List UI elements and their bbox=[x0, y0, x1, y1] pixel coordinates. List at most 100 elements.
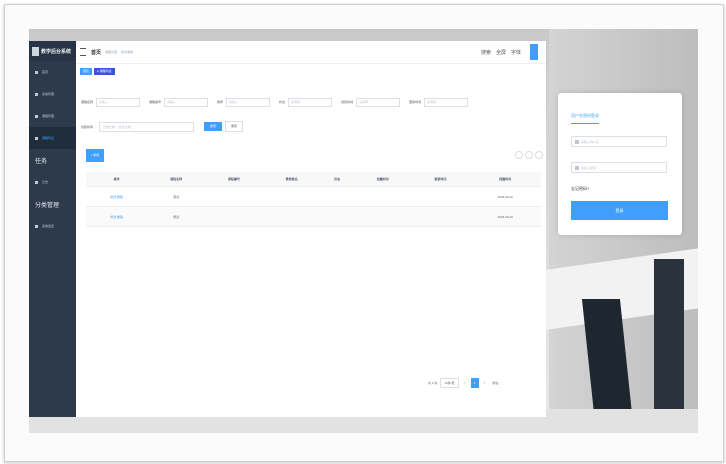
search-button[interactable]: 搜索 bbox=[204, 122, 223, 131]
table-cell bbox=[411, 206, 470, 227]
table-header: 教师姓名 bbox=[262, 172, 321, 187]
password-field[interactable]: 请输入密码 bbox=[571, 162, 667, 173]
sidebar-item-system[interactable]: 系统管理 bbox=[29, 83, 76, 105]
logo-text: 教学后台系统 bbox=[41, 48, 72, 55]
table-tools bbox=[513, 151, 543, 159]
admin-app-window: 教学后台系统 首页 系统管理 课程管理 课程列表 任务 日志 分类管理 系统监控… bbox=[29, 41, 546, 417]
logo: 教学后台系统 bbox=[29, 41, 76, 61]
table-cell bbox=[262, 186, 321, 207]
page-size-select[interactable]: 10条/页 bbox=[440, 378, 459, 388]
course-name-input[interactable]: 请输入 bbox=[96, 97, 141, 107]
date-range-picker[interactable]: 开始日期 ~ 结束日期 bbox=[99, 121, 195, 132]
prev-page-button[interactable]: < bbox=[461, 378, 469, 388]
top-navbar: 首页 课程管理 新增课程 搜索 全屏 字体 bbox=[76, 41, 546, 64]
data-table: 操作 课程名称 课程编号 教师姓名 状态 创建时间 更新时间 创建时间 修改 删… bbox=[86, 172, 541, 227]
sidebar-item-label: 任务 bbox=[35, 158, 48, 165]
sidebar-item-category[interactable]: 分类管理 bbox=[29, 193, 76, 215]
hamburger-icon[interactable] bbox=[80, 48, 86, 56]
forgot-password-link[interactable]: 忘记密码? bbox=[571, 186, 589, 192]
date-start: 开始日期 bbox=[103, 124, 116, 129]
table-cell bbox=[411, 186, 470, 207]
navbar-right: 搜索 全屏 字体 bbox=[476, 44, 538, 60]
table-cell bbox=[205, 206, 263, 227]
sidebar-item-course[interactable]: 课程管理 bbox=[29, 105, 76, 127]
table-header: 状态 bbox=[320, 172, 354, 187]
updated-select[interactable]: 请选择 bbox=[424, 97, 469, 107]
login-card: 用户名密码登录 请输入用户名 请输入密码 忘记密码? 登录 bbox=[558, 93, 682, 235]
pagination-total: 共 2 条 bbox=[428, 381, 438, 385]
sidebar-item-label: 分类管理 bbox=[35, 202, 60, 209]
system-icon bbox=[35, 92, 38, 96]
desk-leg bbox=[654, 259, 684, 433]
sidebar-item-task[interactable]: 任务 bbox=[29, 149, 76, 171]
created-select[interactable]: 请选择 bbox=[356, 97, 401, 107]
table-cell bbox=[205, 186, 263, 207]
date-end: 结束日期 bbox=[118, 124, 131, 129]
fullscreen-icon[interactable]: 全屏 bbox=[496, 49, 506, 56]
sidebar-item-label: 课程管理 bbox=[42, 114, 55, 118]
table-cell bbox=[320, 186, 354, 207]
sidebar-item-label: 系统监控 bbox=[42, 224, 55, 228]
avatar[interactable] bbox=[530, 44, 538, 60]
tag-home[interactable]: 首页 bbox=[80, 67, 93, 75]
breadcrumb-item[interactable]: 课程管理 bbox=[105, 50, 117, 54]
table-cell bbox=[353, 206, 412, 227]
teacher-input[interactable]: 请输入 bbox=[226, 97, 271, 107]
sidebar-item-label: 系统管理 bbox=[42, 92, 55, 96]
password-placeholder: 请输入密码 bbox=[581, 166, 597, 170]
search-icon[interactable]: 搜索 bbox=[481, 49, 491, 56]
username-field[interactable]: 请输入用户名 bbox=[571, 136, 667, 147]
cell-course-name: 测试 bbox=[147, 206, 206, 227]
pagination: 共 2 条 10条/页 < 1 > 前往 bbox=[428, 378, 499, 388]
user-icon bbox=[575, 140, 579, 144]
refresh-icon[interactable] bbox=[515, 151, 523, 159]
table-header: 创建时间 bbox=[469, 172, 541, 187]
main-content: 首页 课程管理 新增课程 搜索 全屏 字体 首页 ● 课程列表 课程名称 请输入… bbox=[76, 41, 546, 417]
sidebar-item-label: 日志 bbox=[42, 180, 49, 184]
breadcrumb-current[interactable]: 首页 bbox=[91, 49, 101, 56]
sidebar: 教学后台系统 首页 系统管理 课程管理 课程列表 任务 日志 分类管理 系统监控 bbox=[29, 41, 76, 417]
table-row: 修改 删除 测试 2018-09-20 bbox=[86, 206, 541, 227]
page-number-button[interactable]: 1 bbox=[470, 378, 479, 388]
filter-label: 创建时间 bbox=[341, 100, 354, 104]
table-row: 修改 删除 测试 2018-09-20 bbox=[86, 186, 541, 207]
filter-label: 更新时间 bbox=[409, 100, 422, 104]
font-size-icon[interactable]: 字体 bbox=[511, 49, 521, 56]
columns-icon[interactable] bbox=[525, 151, 533, 159]
sidebar-item-home[interactable]: 首页 bbox=[29, 61, 76, 83]
table-cell bbox=[262, 206, 321, 227]
cell-date: 2018-09-20 bbox=[469, 186, 541, 207]
list-icon bbox=[35, 136, 38, 140]
tag-course-list[interactable]: ● 课程列表 bbox=[94, 67, 115, 75]
sidebar-item-course-list[interactable]: 课程列表 bbox=[29, 127, 76, 149]
table-header: 课程编号 bbox=[205, 172, 263, 187]
login-tab[interactable]: 用户名密码登录 bbox=[571, 113, 599, 124]
filter-label: 状态 bbox=[279, 100, 286, 104]
lock-icon bbox=[575, 166, 579, 170]
sidebar-item-label: 课程列表 bbox=[42, 136, 55, 140]
tags-view: 首页 ● 课程列表 bbox=[76, 64, 546, 78]
date-range-row: 创建时间 开始日期 ~ 结束日期 搜索 重置 bbox=[81, 121, 244, 132]
breadcrumb-item: 新增课程 bbox=[121, 50, 134, 54]
search-form: 课程名称 请输入 课程编号 请输入 教师 请输入 状态 请选择 创建时间 请选择… bbox=[81, 95, 526, 109]
login-button[interactable]: 登录 bbox=[571, 201, 668, 220]
table-cell bbox=[320, 206, 354, 227]
goto-label: 前往 bbox=[492, 381, 499, 385]
sidebar-item-log[interactable]: 日志 bbox=[29, 171, 76, 193]
course-code-input[interactable]: 请输入 bbox=[164, 97, 209, 107]
status-select[interactable]: 请选择 bbox=[288, 97, 333, 107]
row-actions[interactable]: 修改 删除 bbox=[86, 206, 148, 227]
row-actions[interactable]: 修改 删除 bbox=[86, 186, 148, 207]
log-icon bbox=[35, 180, 38, 184]
reset-button[interactable]: 重置 bbox=[225, 121, 244, 132]
course-icon bbox=[35, 114, 38, 118]
filter-label: 课程编号 bbox=[149, 100, 162, 104]
monitor-icon bbox=[35, 224, 38, 228]
date-label: 创建时间 bbox=[81, 124, 94, 129]
next-page-button[interactable]: > bbox=[481, 378, 489, 388]
sidebar-item-monitor[interactable]: 系统监控 bbox=[29, 215, 76, 237]
table-cell bbox=[353, 186, 412, 207]
add-button[interactable]: + 新增 bbox=[86, 149, 104, 162]
search-toggle-icon[interactable] bbox=[535, 151, 543, 159]
username-placeholder: 请输入用户名 bbox=[581, 140, 600, 144]
